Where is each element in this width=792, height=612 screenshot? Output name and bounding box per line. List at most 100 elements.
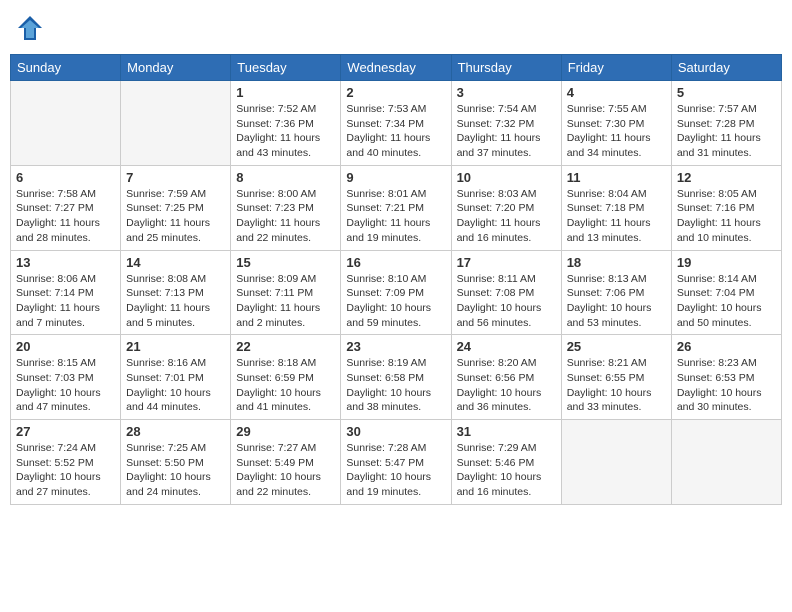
day-info: Sunrise: 8:20 AM Sunset: 6:56 PM Dayligh…	[457, 356, 556, 415]
calendar-cell: 1 Sunrise: 7:52 AM Sunset: 7:36 PM Daylig…	[231, 81, 341, 166]
day-number: 8	[236, 170, 335, 185]
page-header	[10, 10, 782, 46]
day-info: Sunrise: 7:58 AM Sunset: 7:27 PM Dayligh…	[16, 187, 115, 246]
day-info: Sunrise: 8:16 AM Sunset: 7:01 PM Dayligh…	[126, 356, 225, 415]
day-info: Sunrise: 8:23 AM Sunset: 6:53 PM Dayligh…	[677, 356, 776, 415]
calendar-cell: 19 Sunrise: 8:14 AM Sunset: 7:04 PM Dayli…	[671, 250, 781, 335]
calendar-cell: 29 Sunrise: 7:27 AM Sunset: 5:49 PM Dayli…	[231, 420, 341, 505]
calendar-header-row: SundayMondayTuesdayWednesdayThursdayFrid…	[11, 55, 782, 81]
calendar-cell: 15 Sunrise: 8:09 AM Sunset: 7:11 PM Dayli…	[231, 250, 341, 335]
day-number: 2	[346, 85, 445, 100]
calendar-cell: 9 Sunrise: 8:01 AM Sunset: 7:21 PM Daylig…	[341, 165, 451, 250]
day-number: 19	[677, 255, 776, 270]
calendar-cell: 18Sunrise: 8:13 AM Sunset: 7:06 PM Dayli…	[561, 250, 671, 335]
day-info: Sunrise: 7:57 AM Sunset: 7:28 PM Dayligh…	[677, 102, 776, 161]
calendar-cell	[671, 420, 781, 505]
day-info: Sunrise: 8:19 AM Sunset: 6:58 PM Dayligh…	[346, 356, 445, 415]
calendar-cell	[121, 81, 231, 166]
day-info: Sunrise: 8:06 AM Sunset: 7:14 PM Dayligh…	[16, 272, 115, 331]
day-number: 27	[16, 424, 115, 439]
day-number: 20	[16, 339, 115, 354]
day-number: 28	[126, 424, 225, 439]
calendar-cell	[561, 420, 671, 505]
day-info: Sunrise: 7:29 AM Sunset: 5:46 PM Dayligh…	[457, 441, 556, 500]
day-info: Sunrise: 8:04 AM Sunset: 7:18 PM Dayligh…	[567, 187, 666, 246]
day-info: Sunrise: 8:00 AM Sunset: 7:23 PM Dayligh…	[236, 187, 335, 246]
day-number: 11	[567, 170, 666, 185]
day-number: 22	[236, 339, 335, 354]
calendar-cell: 7Sunrise: 7:59 AM Sunset: 7:25 PM Daylig…	[121, 165, 231, 250]
day-number: 26	[677, 339, 776, 354]
calendar-cell: 20 Sunrise: 8:15 AM Sunset: 7:03 PM Dayli…	[11, 335, 121, 420]
day-info: Sunrise: 7:55 AM Sunset: 7:30 PM Dayligh…	[567, 102, 666, 161]
calendar-cell: 13 Sunrise: 8:06 AM Sunset: 7:14 PM Dayli…	[11, 250, 121, 335]
day-info: Sunrise: 8:13 AM Sunset: 7:06 PM Dayligh…	[567, 272, 666, 331]
calendar-cell: 24 Sunrise: 8:20 AM Sunset: 6:56 PM Dayli…	[451, 335, 561, 420]
calendar-cell: 26 Sunrise: 8:23 AM Sunset: 6:53 PM Dayli…	[671, 335, 781, 420]
calendar-cell: 23 Sunrise: 8:19 AM Sunset: 6:58 PM Dayli…	[341, 335, 451, 420]
day-of-week-monday: Monday	[121, 55, 231, 81]
calendar-cell: 6 Sunrise: 7:58 AM Sunset: 7:27 PM Daylig…	[11, 165, 121, 250]
day-info: Sunrise: 7:28 AM Sunset: 5:47 PM Dayligh…	[346, 441, 445, 500]
day-info: Sunrise: 8:01 AM Sunset: 7:21 PM Dayligh…	[346, 187, 445, 246]
day-number: 7	[126, 170, 225, 185]
day-number: 31	[457, 424, 556, 439]
day-number: 13	[16, 255, 115, 270]
day-info: Sunrise: 8:15 AM Sunset: 7:03 PM Dayligh…	[16, 356, 115, 415]
calendar-week-row: 1 Sunrise: 7:52 AM Sunset: 7:36 PM Daylig…	[11, 81, 782, 166]
calendar-cell: 31 Sunrise: 7:29 AM Sunset: 5:46 PM Dayli…	[451, 420, 561, 505]
calendar-table: SundayMondayTuesdayWednesdayThursdayFrid…	[10, 54, 782, 505]
day-info: Sunrise: 7:53 AM Sunset: 7:34 PM Dayligh…	[346, 102, 445, 161]
calendar-week-row: 20 Sunrise: 8:15 AM Sunset: 7:03 PM Dayli…	[11, 335, 782, 420]
calendar-cell: 10Sunrise: 8:03 AM Sunset: 7:20 PM Dayli…	[451, 165, 561, 250]
day-number: 24	[457, 339, 556, 354]
calendar-cell: 11 Sunrise: 8:04 AM Sunset: 7:18 PM Dayli…	[561, 165, 671, 250]
day-info: Sunrise: 8:09 AM Sunset: 7:11 PM Dayligh…	[236, 272, 335, 331]
calendar-cell	[11, 81, 121, 166]
day-info: Sunrise: 8:21 AM Sunset: 6:55 PM Dayligh…	[567, 356, 666, 415]
day-of-week-friday: Friday	[561, 55, 671, 81]
calendar-cell: 22 Sunrise: 8:18 AM Sunset: 6:59 PM Dayli…	[231, 335, 341, 420]
calendar-cell: 12 Sunrise: 8:05 AM Sunset: 7:16 PM Dayli…	[671, 165, 781, 250]
day-number: 5	[677, 85, 776, 100]
day-number: 29	[236, 424, 335, 439]
day-of-week-tuesday: Tuesday	[231, 55, 341, 81]
calendar-cell: 17Sunrise: 8:11 AM Sunset: 7:08 PM Dayli…	[451, 250, 561, 335]
day-info: Sunrise: 8:10 AM Sunset: 7:09 PM Dayligh…	[346, 272, 445, 331]
calendar-cell: 27 Sunrise: 7:24 AM Sunset: 5:52 PM Dayli…	[11, 420, 121, 505]
day-info: Sunrise: 7:24 AM Sunset: 5:52 PM Dayligh…	[16, 441, 115, 500]
day-info: Sunrise: 8:14 AM Sunset: 7:04 PM Dayligh…	[677, 272, 776, 331]
day-number: 9	[346, 170, 445, 185]
calendar-cell: 30 Sunrise: 7:28 AM Sunset: 5:47 PM Dayli…	[341, 420, 451, 505]
day-number: 3	[457, 85, 556, 100]
day-info: Sunrise: 7:52 AM Sunset: 7:36 PM Dayligh…	[236, 102, 335, 161]
day-number: 14	[126, 255, 225, 270]
calendar-cell: 28Sunrise: 7:25 AM Sunset: 5:50 PM Dayli…	[121, 420, 231, 505]
day-of-week-saturday: Saturday	[671, 55, 781, 81]
calendar-cell: 5 Sunrise: 7:57 AM Sunset: 7:28 PM Daylig…	[671, 81, 781, 166]
day-number: 21	[126, 339, 225, 354]
calendar-cell: 4 Sunrise: 7:55 AM Sunset: 7:30 PM Daylig…	[561, 81, 671, 166]
day-number: 23	[346, 339, 445, 354]
calendar-cell: 2 Sunrise: 7:53 AM Sunset: 7:34 PM Daylig…	[341, 81, 451, 166]
calendar-cell: 8 Sunrise: 8:00 AM Sunset: 7:23 PM Daylig…	[231, 165, 341, 250]
calendar-cell: 25 Sunrise: 8:21 AM Sunset: 6:55 PM Dayli…	[561, 335, 671, 420]
calendar-cell: 14Sunrise: 8:08 AM Sunset: 7:13 PM Dayli…	[121, 250, 231, 335]
day-info: Sunrise: 7:27 AM Sunset: 5:49 PM Dayligh…	[236, 441, 335, 500]
day-of-week-sunday: Sunday	[11, 55, 121, 81]
day-info: Sunrise: 8:03 AM Sunset: 7:20 PM Dayligh…	[457, 187, 556, 246]
day-number: 12	[677, 170, 776, 185]
day-number: 15	[236, 255, 335, 270]
day-info: Sunrise: 8:05 AM Sunset: 7:16 PM Dayligh…	[677, 187, 776, 246]
day-number: 17	[457, 255, 556, 270]
calendar-week-row: 27 Sunrise: 7:24 AM Sunset: 5:52 PM Dayli…	[11, 420, 782, 505]
day-number: 1	[236, 85, 335, 100]
logo-icon	[16, 14, 44, 42]
day-number: 4	[567, 85, 666, 100]
day-number: 25	[567, 339, 666, 354]
day-info: Sunrise: 8:18 AM Sunset: 6:59 PM Dayligh…	[236, 356, 335, 415]
calendar-cell: 16Sunrise: 8:10 AM Sunset: 7:09 PM Dayli…	[341, 250, 451, 335]
day-info: Sunrise: 7:54 AM Sunset: 7:32 PM Dayligh…	[457, 102, 556, 161]
day-number: 30	[346, 424, 445, 439]
day-number: 6	[16, 170, 115, 185]
